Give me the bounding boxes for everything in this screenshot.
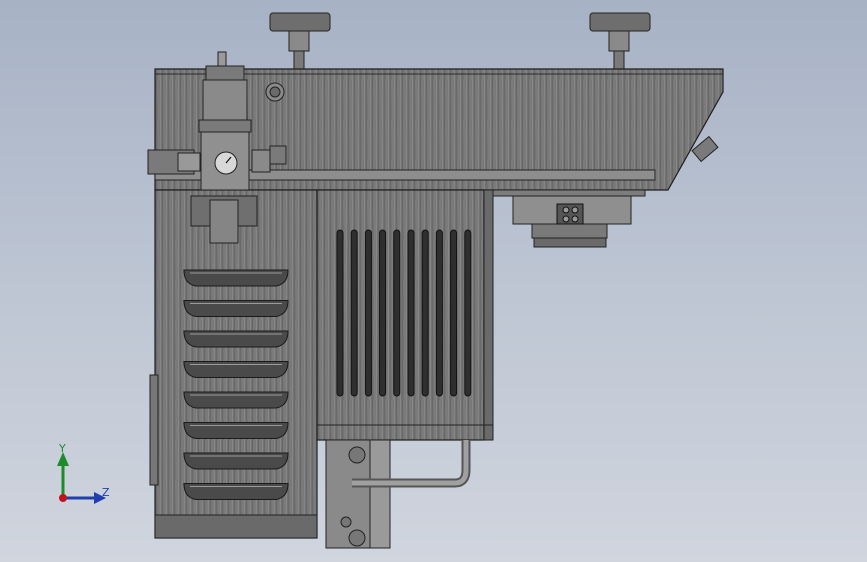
vent-slot [464,229,472,397]
right-bracket [484,189,646,248]
louver [183,483,289,500]
vent-slot [435,229,443,397]
lower-column [325,439,471,549]
vent-slot [379,229,387,397]
vent-slot [364,229,372,397]
louver [183,361,289,378]
y-axis-label: Y [59,442,66,455]
vent-slot [393,229,401,397]
louver [183,391,289,409]
louver [183,452,289,470]
louver [183,422,289,439]
triad-axes [57,452,106,504]
cad-viewport[interactable]: Y Z [0,0,867,562]
vent-slot [336,229,344,397]
louver [183,300,289,317]
origin-point [59,494,67,502]
leveling-foot-right [589,12,651,70]
coordinate-triad: Y Z [40,438,130,518]
vent-slot [450,229,458,397]
vent-slot [350,229,358,397]
louver [183,330,289,348]
leveling-foot-left [269,12,331,70]
z-axis-label: Z [102,486,110,499]
vent-slot [407,229,415,397]
machine-model[interactable] [0,0,867,562]
louver [183,269,289,287]
vent-slot [421,229,429,397]
